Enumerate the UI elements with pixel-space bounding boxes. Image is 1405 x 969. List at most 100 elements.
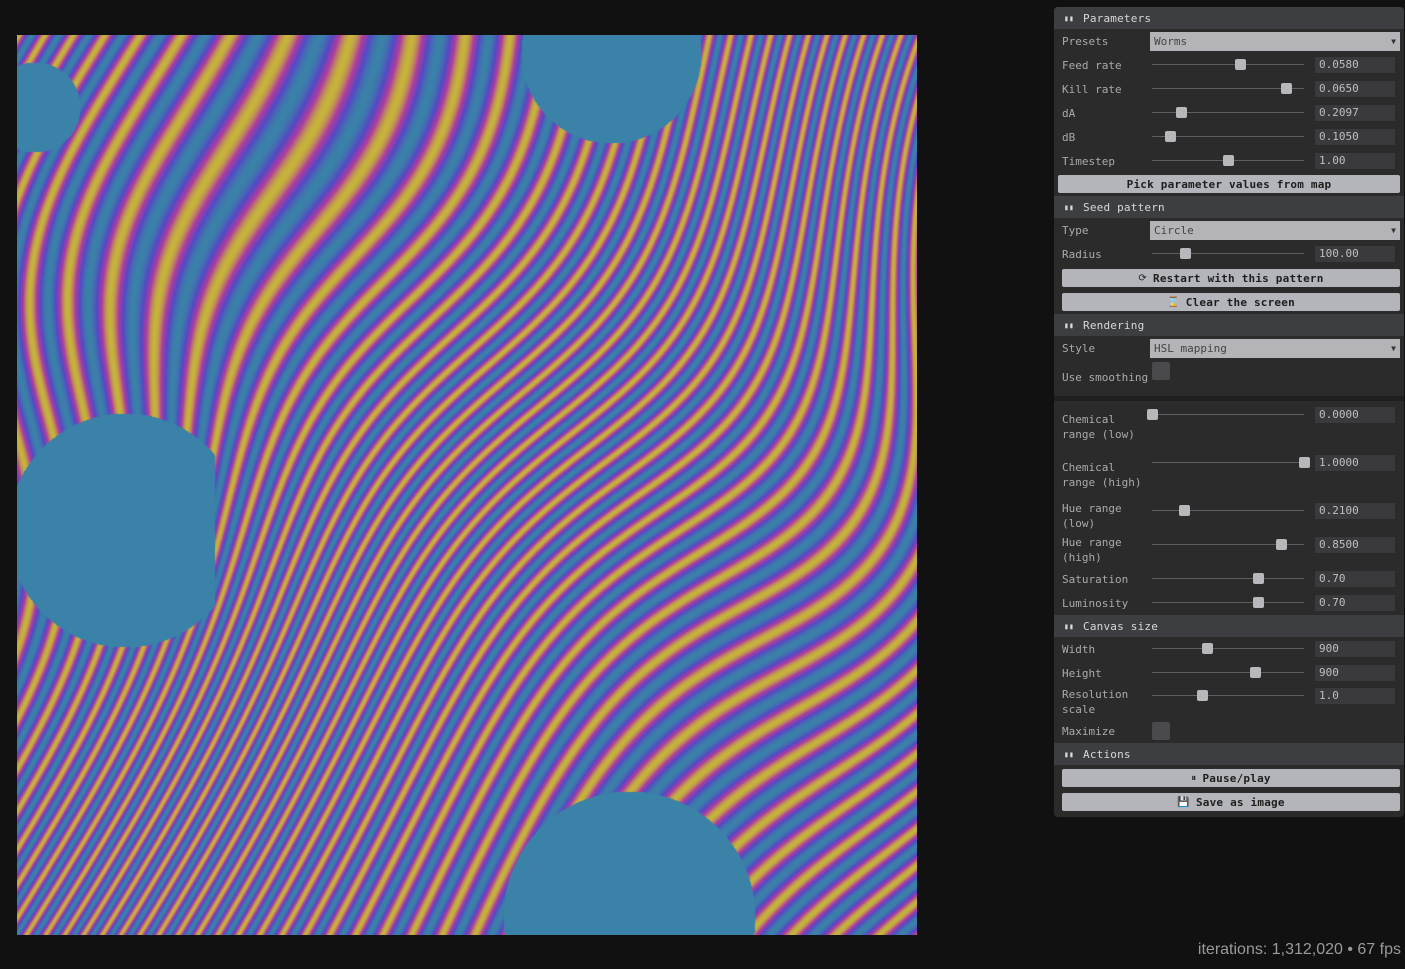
slider-thumb[interactable]	[1223, 155, 1234, 166]
folder-title-seed: Seed pattern	[1083, 200, 1165, 214]
kill-rate-input[interactable]: 0.0650	[1314, 80, 1396, 98]
folder-collapse-icon: ▮▮	[1064, 621, 1075, 631]
chem-low-slider[interactable]	[1147, 407, 1304, 423]
slider-thumb[interactable]	[1165, 131, 1177, 142]
divider	[1054, 396, 1404, 401]
slider-thumb[interactable]	[1175, 107, 1187, 118]
chem-high-slider[interactable]	[1152, 455, 1310, 471]
chem-high-label: Chemical range (high)	[1062, 461, 1142, 489]
presets-select[interactable]: Worms ▼	[1150, 31, 1400, 51]
timestep-slider[interactable]	[1152, 153, 1304, 169]
smoothing-label: Use smoothing	[1062, 370, 1149, 384]
folder-seed-pattern[interactable]: ▮▮ Seed pattern	[1054, 196, 1404, 218]
maximize-checkbox[interactable]	[1152, 722, 1170, 740]
chevron-down-icon: ▼	[1391, 36, 1396, 46]
kill-rate-slider[interactable]	[1152, 81, 1304, 97]
maximize-label: Maximize	[1062, 724, 1115, 738]
style-select[interactable]: HSL mapping ▼	[1150, 338, 1400, 358]
slider-track	[1152, 602, 1304, 603]
saturation-slider[interactable]	[1152, 571, 1304, 587]
slider-thumb[interactable]	[1253, 597, 1265, 608]
height-label: Height	[1062, 666, 1102, 680]
slider-thumb[interactable]	[1201, 643, 1213, 654]
folder-collapse-icon: ▮▮	[1064, 320, 1075, 330]
seed-type-select[interactable]: Circle ▼	[1150, 220, 1400, 240]
saturation-row: Saturation 0.70	[1054, 567, 1404, 591]
luminosity-input[interactable]: 0.70	[1314, 594, 1396, 612]
hue-low-input[interactable]: 0.2100	[1314, 502, 1396, 520]
smoothing-checkbox[interactable]	[1152, 362, 1170, 380]
slider-track	[1152, 253, 1304, 254]
db-label: dB	[1062, 130, 1076, 144]
saturation-input[interactable]: 0.70	[1314, 570, 1396, 588]
feed-rate-slider[interactable]	[1152, 57, 1304, 73]
floppy-disk-icon: 💾	[1177, 796, 1190, 808]
presets-row: Presets Worms ▼	[1054, 29, 1404, 53]
db-input[interactable]: 0.1050	[1314, 128, 1396, 146]
pause-play-button[interactable]: ⏸ Pause/play	[1062, 769, 1400, 787]
chem-high-input[interactable]: 1.0000	[1314, 454, 1396, 472]
kill-rate-label: Kill rate	[1062, 82, 1122, 96]
hue-low-row: Hue range (low) 0.2100	[1054, 499, 1404, 533]
resolution-input[interactable]: 1.0	[1314, 687, 1396, 705]
simulation-canvas[interactable]	[17, 35, 917, 935]
hue-high-slider[interactable]	[1152, 537, 1304, 553]
folder-actions[interactable]: ▮▮ Actions	[1054, 743, 1404, 765]
folder-rendering[interactable]: ▮▮ Rendering	[1054, 314, 1404, 336]
hue-low-slider[interactable]	[1152, 503, 1304, 519]
height-input[interactable]: 900	[1314, 664, 1396, 682]
resolution-label: Resolution scale	[1062, 688, 1129, 716]
luminosity-label: Luminosity	[1062, 596, 1129, 610]
seed-type-value: Circle	[1154, 223, 1194, 237]
save-image-button[interactable]: 💾 Save as image	[1062, 793, 1400, 811]
chem-low-row: Chemical range (low) 0.0000	[1054, 403, 1404, 451]
da-label: dA	[1062, 106, 1076, 120]
restart-pattern-button[interactable]: ⟳ Restart with this pattern	[1062, 269, 1400, 287]
slider-track	[1152, 578, 1304, 579]
slider-track	[1152, 64, 1304, 65]
chevron-down-icon: ▼	[1391, 343, 1396, 353]
slider-thumb[interactable]	[1299, 457, 1310, 468]
da-row: dA 0.2097	[1054, 101, 1404, 125]
slider-thumb[interactable]	[1276, 539, 1288, 550]
control-panel: ▮▮ Parameters Presets Worms ▼ Feed rate …	[1054, 7, 1404, 817]
radius-input[interactable]: 100.00	[1314, 245, 1396, 263]
presets-label: Presets	[1062, 34, 1109, 48]
da-input[interactable]: 0.2097	[1314, 104, 1396, 122]
slider-thumb[interactable]	[1253, 573, 1265, 584]
slider-thumb[interactable]	[1180, 248, 1192, 259]
da-slider[interactable]	[1152, 105, 1304, 121]
clear-screen-button[interactable]: ⌛ Clear the screen	[1062, 293, 1400, 311]
resolution-slider[interactable]	[1152, 688, 1304, 704]
folder-title-parameters: Parameters	[1083, 11, 1152, 25]
radius-label: Radius	[1062, 247, 1102, 261]
radius-row: Radius 100.00	[1054, 242, 1404, 266]
chem-low-input[interactable]: 0.0000	[1314, 406, 1396, 424]
slider-thumb[interactable]	[1235, 59, 1247, 70]
db-slider[interactable]	[1152, 129, 1304, 145]
slider-thumb[interactable]	[1197, 690, 1209, 701]
feed-rate-input[interactable]: 0.0580	[1314, 56, 1396, 74]
style-value: HSL mapping	[1154, 341, 1227, 355]
slider-thumb[interactable]	[1147, 409, 1158, 420]
height-slider[interactable]	[1152, 665, 1304, 681]
slider-track	[1152, 672, 1304, 673]
db-row: dB 0.1050	[1054, 125, 1404, 149]
pick-from-map-button[interactable]: Pick parameter values from map	[1058, 175, 1400, 193]
width-input[interactable]: 900	[1314, 640, 1396, 658]
folder-parameters[interactable]: ▮▮ Parameters	[1054, 7, 1404, 29]
slider-thumb[interactable]	[1178, 505, 1190, 516]
luminosity-slider[interactable]	[1152, 595, 1304, 611]
restart-pattern-label: Restart with this pattern	[1153, 271, 1324, 285]
slider-thumb[interactable]	[1250, 667, 1262, 678]
hue-high-input[interactable]: 0.8500	[1314, 536, 1396, 554]
chem-low-label: Chemical range (low)	[1062, 413, 1135, 441]
slider-thumb[interactable]	[1280, 83, 1292, 94]
timestep-input[interactable]: 1.00	[1314, 152, 1396, 170]
radius-slider[interactable]	[1152, 246, 1304, 262]
folder-collapse-icon: ▮▮	[1064, 13, 1075, 23]
slider-track	[1152, 462, 1304, 463]
seed-type-row: Type Circle ▼	[1054, 218, 1404, 242]
folder-canvas-size[interactable]: ▮▮ Canvas size	[1054, 615, 1404, 637]
width-slider[interactable]	[1152, 641, 1304, 657]
